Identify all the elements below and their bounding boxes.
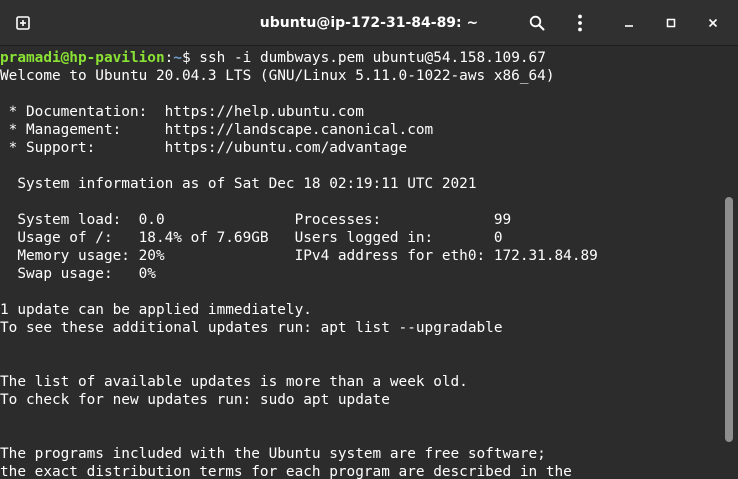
output-line: System load: 0.0 Processes: 99 (0, 212, 512, 228)
close-button[interactable] (698, 8, 728, 38)
command-prompt-line: pramadi@hp-pavilion:~$ ssh -i dumbways.p… (0, 49, 546, 67)
terminal-output[interactable]: pramadi@hp-pavilion:~$ ssh -i dumbways.p… (0, 47, 720, 479)
search-button[interactable] (522, 8, 552, 38)
prompt-user-host: pramadi@hp-pavilion (0, 50, 165, 66)
output-line: Usage of /: 18.4% of 7.69GB Users logged… (0, 230, 503, 246)
output-line: * Documentation: https://help.ubuntu.com (0, 104, 364, 120)
output-line: System information as of Sat Dec 18 02:1… (0, 176, 477, 192)
maximize-button[interactable] (656, 8, 686, 38)
output-line: the exact distribution terms for each pr… (0, 464, 572, 479)
minimize-button[interactable] (614, 8, 644, 38)
title-bar[interactable]: ubuntu@ip-172-31-84-89: ~ (0, 0, 738, 46)
output-line: Welcome to Ubuntu 20.04.3 LTS (GNU/Linux… (0, 68, 555, 84)
new-tab-icon (15, 15, 31, 31)
search-icon (529, 15, 545, 31)
output-line: To see these additional updates run: apt… (0, 320, 503, 336)
output-line: Swap usage: 0% (0, 266, 156, 282)
prompt-command: ssh -i dumbways.pem ubuntu@54.158.109.67 (199, 50, 546, 66)
menu-button[interactable] (565, 8, 595, 38)
output-line: * Management: https://landscape.canonica… (0, 122, 434, 138)
output-line: The list of available updates is more th… (0, 374, 468, 390)
terminal-window: ubuntu@ip-172-31-84-89: ~ pramadi@hp-pav… (0, 0, 738, 479)
maximize-icon (665, 17, 677, 29)
output-line: Memory usage: 20% IPv4 address for eth0:… (0, 248, 598, 264)
vertical-scrollbar[interactable] (720, 47, 738, 479)
output-line: 1 update can be applied immediately. (0, 302, 312, 318)
prompt-symbol: $ (181, 50, 200, 66)
scrollbar-thumb[interactable] (725, 197, 733, 442)
minimize-icon (623, 17, 635, 29)
output-line: * Support: https://ubuntu.com/advantage (0, 140, 408, 156)
new-tab-button[interactable] (8, 8, 38, 38)
prompt-separator: : (164, 50, 174, 66)
close-icon (707, 17, 719, 29)
output-line: To check for new updates run: sudo apt u… (0, 392, 390, 408)
prompt-path: ~ (173, 50, 182, 66)
kebab-menu-icon (577, 14, 583, 32)
output-line: The programs included with the Ubuntu sy… (0, 446, 546, 462)
